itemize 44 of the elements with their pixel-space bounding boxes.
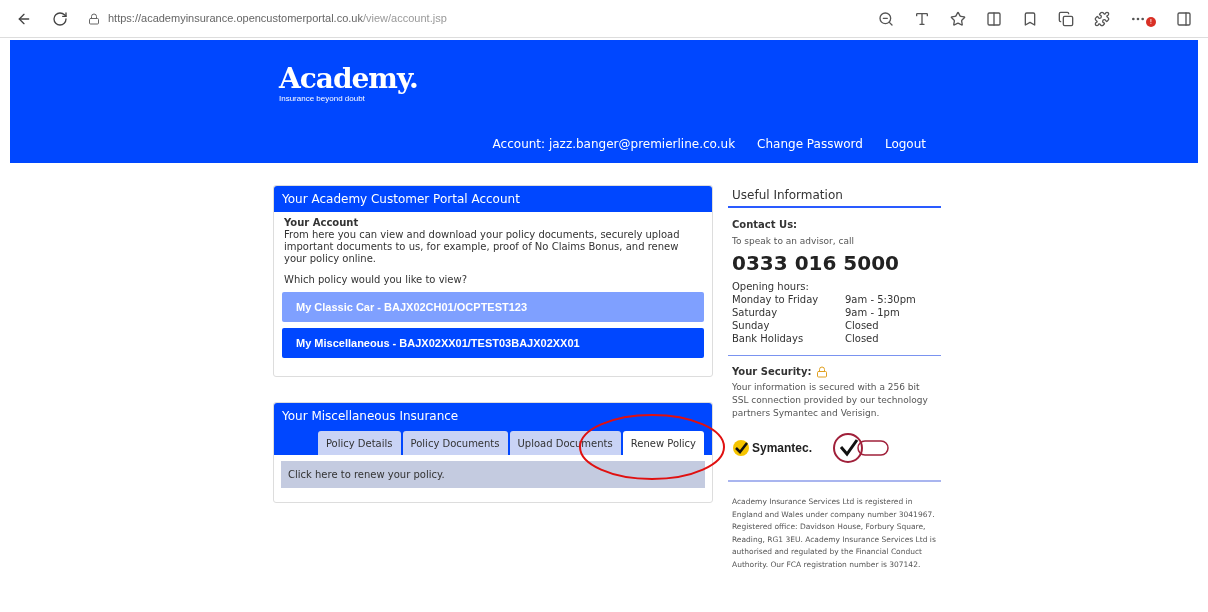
intro-text: From here you can view and download your policy documents, securely upload important documents to us, for example, proof of No Claims Bonus, and renew your policy online. [284,229,681,265]
toolbar-icon[interactable] [1022,10,1038,27]
question-text: Which policy would you like to view? [284,274,468,286]
header-link[interactable]: Change Password [757,135,863,153]
phone-number: 0333 016 5000 [731,250,900,276]
sidebar-icon[interactable] [1176,10,1192,27]
logo-tagline: Insurance beyond doubt [279,94,366,104]
address-bar[interactable]: https://academyinsurance.opencustomerportal.co.uk/view/account.jsp [108,10,447,27]
policy-button[interactable]: My Miscellaneous - BAJX02XX01/TEST03BAJX02XX01 [282,328,704,358]
hours-time: Closed [845,319,879,332]
contact-heading: Contact Us: [731,218,799,231]
toolbar-icon[interactable] [1058,10,1074,27]
toolbar-icon[interactable] [1094,10,1110,27]
toolbar-icon[interactable] [950,10,966,27]
hours-day: Sunday [732,319,845,332]
header-link[interactable]: Logout [884,135,926,153]
checkmark-icon [732,439,750,457]
hours-time: 9am - 5:30pm [845,293,916,306]
security-heading: Your Security: [732,365,812,378]
hours-day: Bank Holidays [732,332,845,345]
toolbar-icon[interactable] [986,10,1002,27]
hours-day: Monday to Friday [732,293,845,306]
account-label: Account: jazz.banger@premierline.co.uk [492,136,736,153]
logo: Academy. [279,64,419,94]
contact-text: To speak to an advisor, call [731,235,855,248]
tab[interactable]: Policy Documents [402,431,508,455]
reload-icon[interactable] [52,10,68,27]
padlock-icon [816,365,829,378]
lock-icon [88,12,100,25]
hours-heading: Opening hours: [731,280,810,293]
hours-time: Closed [845,332,879,345]
hours-day: Saturday [732,306,845,319]
toolbar-icon[interactable] [914,10,930,27]
security-text: Your information is secured with a 256 bit SSL connection provided by our technology partners Symantec and Verisign. [731,381,929,420]
section-title: Useful Information [728,185,941,208]
hours-time: 9am - 1pm [845,306,900,319]
symantec-logo: Symantec. [752,441,813,455]
renew-message[interactable]: Click here to renew your policy. [281,461,705,488]
tab[interactable]: Policy Details [317,431,401,455]
section-heading: Your Account [284,217,360,229]
panel-title: Your Miscellaneous Insurance [281,408,460,425]
tab[interactable]: Renew Policy [622,431,704,455]
toolbar-icon[interactable] [878,10,894,27]
panel-title: Your Academy Customer Portal Account [274,186,712,212]
